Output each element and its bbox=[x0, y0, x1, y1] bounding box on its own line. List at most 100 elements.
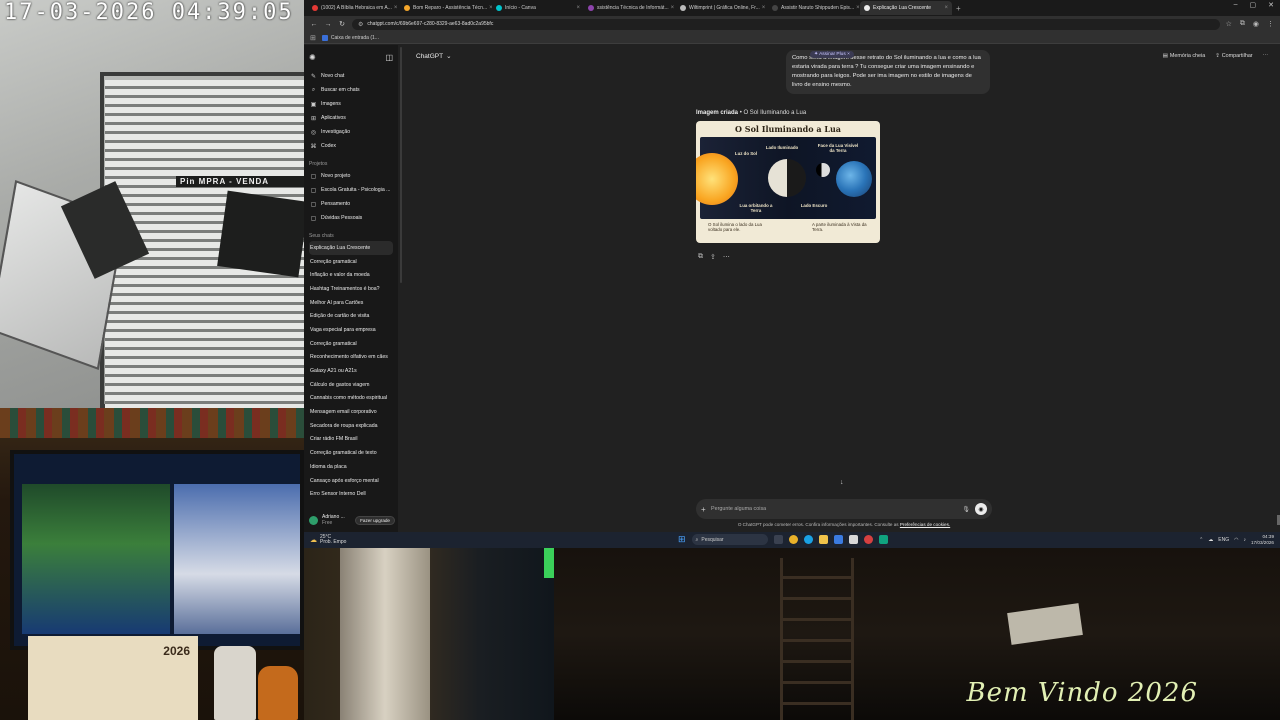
browser-tab-1[interactable]: (1002) A Bíblia Hebraica em A... × bbox=[308, 1, 400, 15]
clock[interactable]: 04:39 17/03/2026 bbox=[1251, 534, 1274, 546]
close-icon[interactable]: × bbox=[760, 5, 766, 11]
openai-logo-icon[interactable]: ✺ bbox=[309, 53, 316, 62]
chat-history-item[interactable]: Correção gramatical bbox=[309, 337, 393, 351]
search-icon: ⌕ bbox=[695, 536, 699, 543]
chat-history-item[interactable]: Hashtag Treinamentos é boa? bbox=[309, 282, 393, 296]
share-button[interactable]: ⇪ Compartilhar bbox=[1215, 53, 1252, 59]
chat-history-item[interactable]: Idioma da placa bbox=[309, 460, 393, 474]
close-icon[interactable]: × bbox=[574, 5, 580, 11]
language-indicator[interactable]: ENG bbox=[1218, 537, 1229, 543]
sidebar-item-codex[interactable]: ⌘ Codex bbox=[309, 139, 393, 153]
close-icon[interactable]: × bbox=[392, 5, 398, 11]
search-icon: ⌕ bbox=[311, 86, 316, 93]
subscribe-plus-pill[interactable]: ✦ Assinar Plus × bbox=[810, 51, 854, 58]
wifi-icon[interactable]: ◠ bbox=[1234, 537, 1238, 543]
reload-icon[interactable]: ↻ bbox=[338, 20, 346, 28]
sidebar-item-new-project[interactable]: ▢ Novo projeto bbox=[309, 169, 393, 183]
browser-tab-4[interactable]: ssistência Técnica de Informát... × bbox=[584, 1, 676, 15]
chat-history-item[interactable]: Melhor AI para Cartões bbox=[309, 296, 393, 310]
chat-history-item[interactable]: Vaga especial para empresa bbox=[309, 323, 393, 337]
chat-history-item[interactable]: Criar rádio FM Brasil bbox=[309, 433, 393, 447]
chatgpt-app-icon[interactable] bbox=[878, 535, 888, 544]
more-options-icon[interactable]: ⋯ bbox=[1263, 53, 1268, 59]
browser-tab-active[interactable]: Explicação Lua Crescente × bbox=[860, 1, 952, 15]
chat-history-item[interactable]: Correção gramatical bbox=[309, 255, 393, 269]
sidebar-item-research[interactable]: ◎ Investigação bbox=[309, 125, 393, 139]
extensions-icon[interactable]: ⧉ bbox=[1240, 20, 1245, 28]
more-icon[interactable]: ⋯ bbox=[723, 253, 730, 261]
app-icon[interactable] bbox=[863, 535, 873, 544]
store-icon[interactable] bbox=[833, 535, 843, 544]
chat-history-item[interactable]: Edição de cartão de visita bbox=[309, 309, 393, 323]
chat-history-item[interactable]: Erro Sensor Interno Dell bbox=[309, 487, 393, 501]
chat-history-item[interactable]: Secadora de roupa explicada bbox=[309, 419, 393, 433]
chat-history-item[interactable]: Cansaço após esforço mental bbox=[309, 474, 393, 488]
bookmarks-bar: ⊞ Caixa de entrada (1... bbox=[304, 32, 1280, 44]
browser-tab-5[interactable]: Wiltimprint | Gráfica Online, Fr... × bbox=[676, 1, 768, 15]
toggle-sidebar-icon[interactable]: ◫ bbox=[385, 53, 393, 62]
chrome-icon[interactable] bbox=[788, 535, 798, 544]
chat-history-item[interactable]: Inflação e valor da moeda bbox=[309, 268, 393, 282]
task-view-icon[interactable] bbox=[773, 535, 783, 544]
copy-icon[interactable]: ⧉ bbox=[698, 253, 703, 261]
shop-sign: Pin MPRA - VENDA bbox=[176, 176, 304, 187]
maximize-icon[interactable]: ▢ bbox=[1250, 1, 1257, 9]
apps-grid-icon[interactable]: ⊞ bbox=[310, 34, 316, 42]
menu-icon[interactable]: ⋮ bbox=[1267, 20, 1274, 28]
tray-chevron-icon[interactable]: ⌃ bbox=[1199, 537, 1203, 543]
taskbar-search[interactable]: ⌕ Pesquisar bbox=[691, 534, 768, 545]
voice-mode-icon[interactable]: ◉ bbox=[975, 503, 987, 515]
chat-history-item[interactable]: Correção gramatical de texto bbox=[309, 446, 393, 460]
sidebar-item-project[interactable]: ▢ Pensamento bbox=[309, 197, 393, 211]
windows-start-icon[interactable]: ⊞ bbox=[678, 534, 686, 545]
browser-tab-2[interactable]: Bom Reparo - Assistência Técn... × bbox=[400, 1, 492, 15]
upgrade-button[interactable]: Fazer upgrade bbox=[355, 515, 395, 525]
bookmark-star-icon[interactable]: ☆ bbox=[1226, 20, 1232, 28]
sidebar-item-new-chat[interactable]: ✎ Novo chat bbox=[309, 69, 393, 83]
site-info-icon[interactable]: ⚙ bbox=[358, 21, 363, 28]
browser-tab-3[interactable]: Início - Canva × bbox=[492, 1, 584, 15]
image-footer-right: A parte iluminada à Vista da Terra. bbox=[812, 222, 867, 232]
model-selector[interactable]: ChatGPT ⌄ bbox=[416, 52, 452, 61]
edge-icon[interactable] bbox=[803, 535, 813, 544]
screen: Pin MPRA - VENDA 17-03-2026 04:39:05 202… bbox=[0, 0, 1280, 720]
weather-widget[interactable]: ☁ 25°C Prob. Empo bbox=[310, 535, 346, 545]
prompt-input[interactable] bbox=[711, 506, 963, 512]
sidebar-item-search[interactable]: ⌕ Buscar em chats bbox=[309, 83, 393, 97]
chat-history-item[interactable]: Cannabis como método espiritual bbox=[309, 392, 393, 406]
chat-history-item[interactable]: Cálculo de gastos viagem bbox=[309, 378, 393, 392]
onedrive-icon[interactable]: ☁ bbox=[1208, 537, 1213, 543]
sidebar-item-project[interactable]: ▢ Dúvidas Pessoais bbox=[309, 211, 393, 225]
sidebar-item-images[interactable]: ▣ Imagens bbox=[309, 97, 393, 111]
settings-icon[interactable] bbox=[848, 535, 858, 544]
sidebar-item-project[interactable]: ▢ Escola Gratuita - Psicologia ... bbox=[309, 183, 393, 197]
minimize-icon[interactable]: – bbox=[1234, 1, 1238, 9]
share-icon[interactable]: ⇪ bbox=[710, 253, 716, 261]
scroll-down-icon[interactable]: ↓ bbox=[840, 479, 844, 486]
url-field[interactable]: ⚙ chatgpt.com/c/69b6e697-c280-8329-ae63-8… bbox=[352, 18, 1220, 30]
chat-history-item[interactable]: Mensagem email corporativo bbox=[309, 405, 393, 419]
close-icon[interactable]: × bbox=[669, 5, 675, 11]
browser-tab-6[interactable]: Assistir Naruto Shippuden Epis... × bbox=[768, 1, 860, 15]
memory-status[interactable]: ▤ Memória cheia bbox=[1163, 53, 1205, 59]
chat-history-item-active[interactable]: Explicação Lua Crescente bbox=[309, 241, 393, 255]
close-window-icon[interactable]: ✕ bbox=[1268, 1, 1274, 9]
cookie-preferences-link[interactable]: Preferências de cookies. bbox=[900, 522, 950, 527]
new-tab-icon[interactable]: + bbox=[956, 4, 961, 13]
bookmark-inbox[interactable]: Caixa de entrada (1... bbox=[321, 34, 379, 41]
sidebar-item-apps[interactable]: ⊞ Aplicativos bbox=[309, 111, 393, 125]
file-explorer-icon[interactable] bbox=[818, 535, 828, 544]
tab-label: ssistência Técnica de Informát... bbox=[597, 5, 669, 11]
profile-icon[interactable]: ◉ bbox=[1253, 20, 1259, 28]
forward-icon[interactable]: → bbox=[324, 21, 332, 28]
chat-history-item[interactable]: Reconhecimento olfativo em cães bbox=[309, 351, 393, 365]
volume-icon[interactable]: ♪ bbox=[1244, 537, 1247, 543]
close-icon[interactable]: × bbox=[942, 5, 948, 11]
close-icon[interactable]: × bbox=[854, 5, 860, 11]
generated-image[interactable]: O Sol Iluminando a Lua Luz do Sol Lado I… bbox=[696, 121, 880, 243]
attach-plus-icon[interactable]: + bbox=[701, 505, 711, 514]
back-icon[interactable]: ← bbox=[310, 21, 318, 28]
chat-history-item[interactable]: Galaxy A21 ou A21s bbox=[309, 364, 393, 378]
microphone-icon[interactable]: 🎙 bbox=[962, 506, 970, 513]
user-account[interactable]: Adriano ... Free Fazer upgrade bbox=[309, 514, 395, 526]
